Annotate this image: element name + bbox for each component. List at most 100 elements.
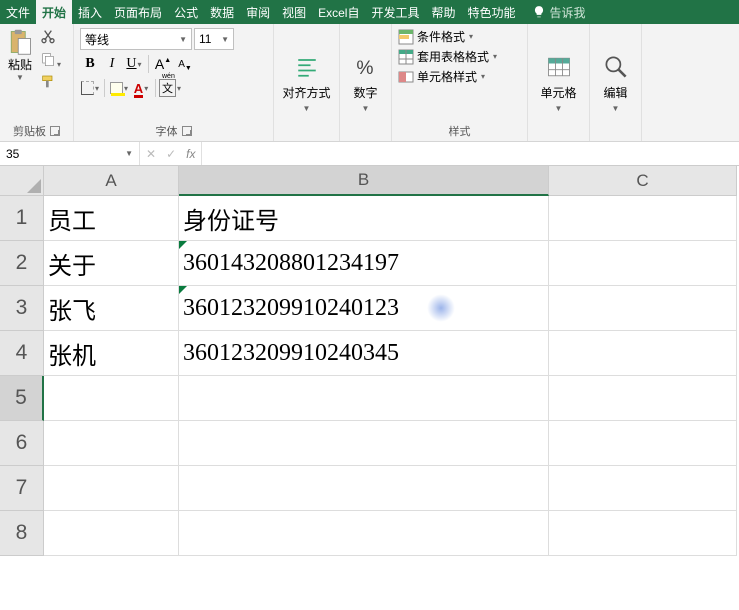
cell[interactable]: 关于 — [44, 241, 179, 286]
tab-help[interactable]: 帮助 — [426, 0, 462, 24]
percent-icon: % — [352, 53, 380, 81]
cell[interactable] — [179, 511, 549, 556]
cell[interactable] — [44, 466, 179, 511]
group-styles-label: 样式 — [449, 123, 471, 139]
cell[interactable]: 张飞 — [44, 286, 179, 331]
copy-button[interactable]: ▾ — [40, 51, 61, 70]
grow-font-button[interactable]: A▲ — [153, 54, 173, 74]
cell[interactable] — [549, 421, 737, 466]
cell[interactable] — [179, 466, 549, 511]
group-font-label: 字体 — [156, 123, 178, 139]
brush-icon — [40, 74, 56, 90]
font-size-select[interactable]: 11▼ — [194, 28, 234, 50]
cursor-highlight — [427, 294, 455, 322]
tab-file[interactable]: 文件 — [0, 0, 36, 24]
group-clipboard: 粘贴 ▼ ▾ 剪贴板 — [0, 24, 74, 141]
select-all-corner[interactable] — [0, 166, 44, 196]
row-header[interactable]: 6 — [0, 421, 44, 466]
dropdown-icon: ▼ — [221, 35, 229, 44]
row-header[interactable]: 2 — [0, 241, 44, 286]
paste-button[interactable]: 粘贴 ▼ — [6, 28, 34, 82]
tell-me-search[interactable]: 告诉我 — [526, 0, 592, 24]
group-clipboard-label: 剪贴板 — [13, 123, 46, 139]
cell[interactable] — [549, 466, 737, 511]
cut-button[interactable] — [40, 28, 61, 47]
tab-home[interactable]: 开始 — [36, 0, 72, 24]
paste-icon — [6, 28, 34, 56]
underline-button[interactable]: U▾ — [124, 54, 144, 74]
ribbon: 粘贴 ▼ ▾ 剪贴板 等线▼ 11▼ B I U▾ — [0, 24, 739, 142]
cell[interactable] — [549, 331, 737, 376]
cell[interactable]: 员工 — [44, 196, 179, 241]
cells-button[interactable]: 单元格 ▼ — [534, 53, 583, 113]
bucket-icon — [110, 82, 123, 94]
font-color-button[interactable]: A▾ — [131, 78, 151, 98]
dialog-launcher-icon[interactable] — [50, 126, 60, 136]
cell[interactable]: 360123209910240123 — [179, 286, 549, 331]
cell[interactable] — [179, 376, 549, 421]
cell[interactable] — [44, 421, 179, 466]
spreadsheet-grid[interactable]: A B C 1 员工 身份证号 2 关于 360143208801234197 … — [0, 166, 739, 556]
tab-insert[interactable]: 插入 — [72, 0, 108, 24]
font-name-select[interactable]: 等线▼ — [80, 28, 192, 50]
name-box[interactable]: 35 ▼ — [0, 142, 140, 165]
format-painter-button[interactable] — [40, 74, 61, 93]
conditional-format-button[interactable]: 条件格式▾ — [398, 28, 497, 45]
cell[interactable] — [549, 196, 737, 241]
cell[interactable] — [549, 286, 737, 331]
copy-icon — [40, 51, 56, 67]
shrink-font-button[interactable]: A▼ — [175, 54, 195, 74]
tab-data[interactable]: 数据 — [204, 0, 240, 24]
bold-button[interactable]: B — [80, 54, 100, 74]
confirm-icon[interactable]: ✓ — [166, 147, 176, 161]
row-header[interactable]: 3 — [0, 286, 44, 331]
borders-button[interactable]: ▾ — [80, 78, 100, 98]
row-header[interactable]: 5 — [0, 376, 44, 421]
lightbulb-icon — [532, 5, 546, 19]
formula-input[interactable] — [202, 142, 739, 165]
cancel-icon[interactable]: ✕ — [146, 147, 156, 161]
alignment-button[interactable]: 对齐方式 ▼ — [282, 53, 332, 113]
tab-dev[interactable]: 开发工具 — [365, 0, 425, 24]
col-header-C[interactable]: C — [549, 166, 737, 196]
italic-button[interactable]: I — [102, 54, 122, 74]
col-header-B[interactable]: B — [179, 166, 549, 196]
cell[interactable] — [549, 241, 737, 286]
tab-special[interactable]: 特色功能 — [462, 0, 522, 24]
fx-icon[interactable]: fx — [186, 147, 195, 161]
tab-layout[interactable]: 页面布局 — [108, 0, 168, 24]
cell[interactable]: 360143208801234197 — [179, 241, 549, 286]
row-header[interactable]: 8 — [0, 511, 44, 556]
cell[interactable] — [44, 511, 179, 556]
row-header[interactable]: 4 — [0, 331, 44, 376]
tab-review[interactable]: 审阅 — [240, 0, 276, 24]
group-cells: 单元格 ▼ — [528, 24, 590, 141]
align-icon — [293, 53, 321, 81]
cell[interactable] — [179, 421, 549, 466]
editing-button[interactable]: 编辑 ▼ — [596, 53, 635, 113]
row-header[interactable]: 1 — [0, 196, 44, 241]
row-header[interactable]: 7 — [0, 466, 44, 511]
tab-view[interactable]: 视图 — [276, 0, 312, 24]
cell-style-button[interactable]: 单元格样式▾ — [398, 68, 497, 85]
phonetic-guide-button[interactable]: wén文▾ — [160, 78, 180, 98]
tab-excelauto[interactable]: Excel自 — [312, 0, 365, 24]
cell[interactable]: 360123209910240345 — [179, 331, 549, 376]
formula-bar: 35 ▼ ✕ ✓ fx — [0, 142, 739, 166]
table-format-button[interactable]: 套用表格格式▾ — [398, 48, 497, 65]
cell[interactable]: 身份证号 — [179, 196, 549, 241]
fill-color-button[interactable]: ▾ — [109, 78, 129, 98]
cell[interactable] — [549, 376, 737, 421]
cell[interactable] — [44, 376, 179, 421]
dropdown-icon: ▼ — [303, 104, 311, 113]
cell[interactable]: 张机 — [44, 331, 179, 376]
group-editing: 编辑 ▼ — [590, 24, 642, 141]
tab-formulas[interactable]: 公式 — [168, 0, 204, 24]
number-format-button[interactable]: % 数字 ▼ — [346, 53, 385, 113]
dropdown-icon: ▼ — [362, 104, 370, 113]
group-align: 对齐方式 ▼ — [274, 24, 340, 141]
col-header-A[interactable]: A — [44, 166, 179, 196]
dialog-launcher-icon[interactable] — [182, 126, 192, 136]
group-number: % 数字 ▼ — [340, 24, 392, 141]
cell[interactable] — [549, 511, 737, 556]
